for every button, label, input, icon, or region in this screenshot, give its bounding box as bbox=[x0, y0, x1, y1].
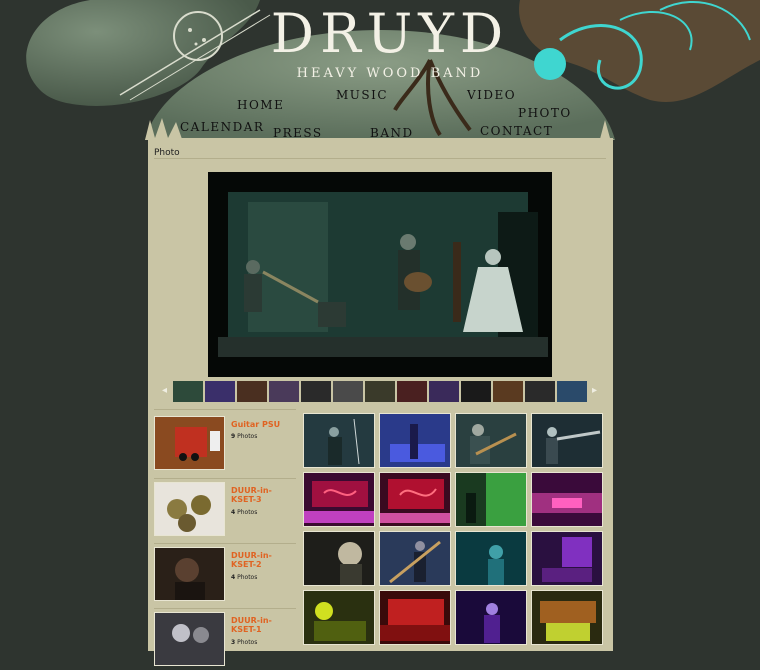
nav-home[interactable]: HOME bbox=[237, 98, 284, 112]
photo-thumbnail[interactable] bbox=[455, 590, 527, 645]
site-header: DRUYD HEAVY WOOD BAND HOME MUSIC VIDEO P… bbox=[0, 0, 760, 150]
filmstrip-thumb[interactable] bbox=[461, 381, 491, 402]
divider bbox=[154, 478, 296, 479]
album-thumbnail[interactable] bbox=[154, 416, 225, 470]
photo-thumbnail[interactable] bbox=[379, 531, 451, 586]
album-photo-count: 4 Photos bbox=[231, 574, 258, 581]
filmstrip-thumb[interactable] bbox=[493, 381, 523, 402]
filmstrip-thumb[interactable] bbox=[429, 381, 459, 402]
nav-contact[interactable]: CONTACT bbox=[480, 124, 553, 138]
breadcrumb: Photo bbox=[154, 148, 180, 158]
photo-thumbnail[interactable] bbox=[455, 413, 527, 468]
album-thumbnail[interactable] bbox=[154, 612, 225, 666]
filmstrip-thumb[interactable] bbox=[525, 381, 555, 402]
album-photo-count: 3 Photos bbox=[231, 639, 258, 646]
photo-thumbnail[interactable] bbox=[531, 590, 603, 645]
photo-thumbnail[interactable] bbox=[303, 413, 375, 468]
divider bbox=[154, 409, 296, 410]
album-item[interactable]: DUUR-in-KSET-2 4 Photos bbox=[154, 547, 296, 605]
content-panel: Photo ◂ ▸ Guitar PSU 9 Photos DUUR-in-KS… bbox=[148, 138, 613, 666]
album-title[interactable]: DUUR-in-KSET-3 bbox=[231, 486, 296, 504]
filmstrip-thumb[interactable] bbox=[173, 381, 203, 402]
photo-thumbnail[interactable] bbox=[303, 590, 375, 645]
album-title[interactable]: DUUR-in-KSET-2 bbox=[231, 551, 296, 569]
site-logo[interactable]: DRUYD bbox=[270, 4, 510, 64]
filmstrip-thumb[interactable] bbox=[237, 381, 267, 402]
album-photo-count: 9 Photos bbox=[231, 433, 258, 440]
filmstrip: ◂ ▸ bbox=[162, 381, 602, 403]
nav-photo[interactable]: PHOTO bbox=[518, 106, 572, 120]
main-photo[interactable] bbox=[208, 172, 552, 377]
filmstrip-thumb[interactable] bbox=[205, 381, 235, 402]
chevron-right-icon[interactable]: ▸ bbox=[592, 385, 597, 396]
album-title[interactable]: DUUR-in-KSET-1 bbox=[231, 616, 296, 634]
photo-thumbnail[interactable] bbox=[531, 413, 603, 468]
divider bbox=[154, 608, 296, 609]
album-thumbnail[interactable] bbox=[154, 482, 225, 536]
nav-video[interactable]: VIDEO bbox=[467, 88, 516, 102]
nav-music[interactable]: MUSIC bbox=[336, 88, 388, 102]
photo-thumbnail[interactable] bbox=[455, 531, 527, 586]
album-item[interactable]: DUUR-in-KSET-1 3 Photos bbox=[154, 612, 296, 670]
nav-calendar[interactable]: CALENDAR bbox=[180, 120, 264, 134]
filmstrip-thumb[interactable] bbox=[301, 381, 331, 402]
filmstrip-thumb[interactable] bbox=[269, 381, 299, 402]
photo-thumbnail[interactable] bbox=[303, 531, 375, 586]
photo-thumbnail[interactable] bbox=[379, 413, 451, 468]
photo-thumbnail[interactable] bbox=[531, 472, 603, 527]
filmstrip-thumb[interactable] bbox=[333, 381, 363, 402]
album-thumbnail[interactable] bbox=[154, 547, 225, 601]
divider bbox=[154, 543, 296, 544]
photo-thumbnail[interactable] bbox=[455, 472, 527, 527]
photo-thumbnail[interactable] bbox=[379, 472, 451, 527]
divider bbox=[154, 158, 606, 159]
filmstrip-thumb[interactable] bbox=[557, 381, 587, 402]
photo-thumbnail[interactable] bbox=[379, 590, 451, 645]
album-title[interactable]: Guitar PSU bbox=[231, 420, 296, 429]
chevron-left-icon[interactable]: ◂ bbox=[162, 385, 167, 396]
album-item[interactable]: Guitar PSU 9 Photos bbox=[154, 416, 296, 474]
photo-thumbnail[interactable] bbox=[531, 531, 603, 586]
album-photo-count: 4 Photos bbox=[231, 509, 258, 516]
filmstrip-thumb[interactable] bbox=[397, 381, 427, 402]
site-tagline: HEAVY WOOD BAND bbox=[296, 66, 484, 81]
photo-thumbnail[interactable] bbox=[303, 472, 375, 527]
filmstrip-thumb[interactable] bbox=[365, 381, 395, 402]
album-item[interactable]: DUUR-in-KSET-3 4 Photos bbox=[154, 482, 296, 540]
